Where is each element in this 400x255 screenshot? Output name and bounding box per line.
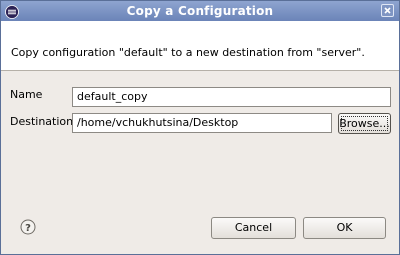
message-banner: Copy configuration "default" to a new de… (1, 21, 399, 71)
name-input[interactable]: default_copy (72, 87, 391, 107)
cancel-button-label: Cancel (234, 221, 273, 234)
name-label: Name (10, 88, 43, 101)
window-title: Copy a Configuration (126, 4, 274, 18)
ok-button[interactable]: OK (303, 217, 386, 239)
browse-button[interactable]: Browse... (338, 113, 391, 134)
help-icon[interactable]: ? (20, 219, 36, 235)
close-icon[interactable] (381, 4, 394, 17)
banner-message: Copy configuration "default" to a new de… (11, 46, 365, 59)
ok-button-label: OK (336, 221, 353, 234)
cancel-button[interactable]: Cancel (211, 217, 296, 239)
svg-text:?: ? (25, 223, 31, 234)
focus-ring (341, 116, 388, 131)
destination-input[interactable]: /home/vchukhutsina/Desktop (72, 113, 332, 133)
dialog-window: Copy a Configuration Copy configuration … (0, 0, 400, 255)
eclipse-logo-icon[interactable] (5, 4, 19, 19)
title-bar[interactable]: Copy a Configuration (1, 1, 399, 21)
destination-label: Destination (10, 115, 74, 128)
